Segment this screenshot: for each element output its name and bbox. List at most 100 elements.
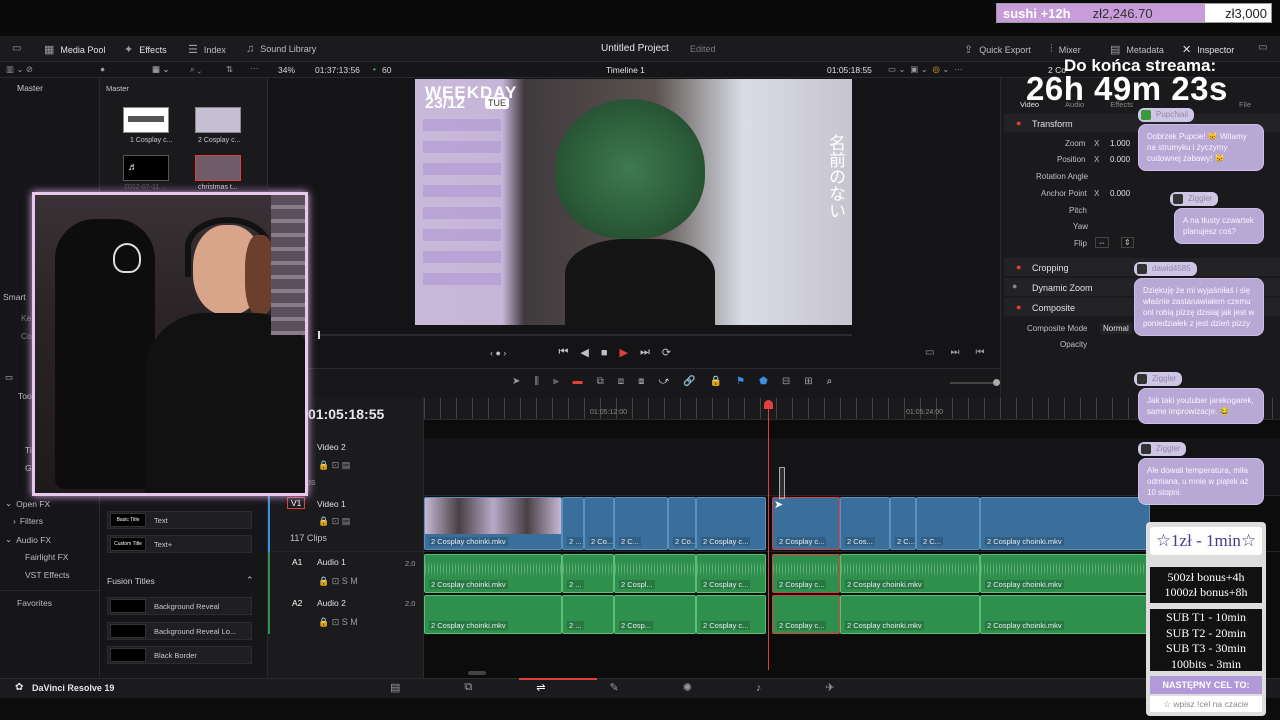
filters-item[interactable]: › Filters [13, 516, 43, 526]
effects-ke[interactable]: Ke [21, 313, 31, 323]
monitor-icon[interactable]: ▭ [12, 43, 21, 54]
video-clip[interactable]: 2 Cosplay c... [696, 497, 766, 550]
video-clip[interactable]: 2 Co... [584, 497, 614, 550]
fusion-page-icon[interactable]: ✎ [609, 681, 618, 694]
a2-track-id[interactable]: A2 [292, 598, 302, 608]
dynamic-trim-icon[interactable]: ⫸ [553, 376, 559, 387]
go-to-start-icon[interactable]: ⏮ [558, 346, 568, 359]
insert-icon[interactable]: ⧉ [597, 376, 604, 387]
flip-horizontal-icon[interactable]: ⇔ [1095, 237, 1109, 248]
audio-clip[interactable]: 2 Cosplay c... [696, 554, 766, 593]
custom-title-item[interactable]: Custom Title Text+ [107, 535, 252, 553]
v1-track-id[interactable]: V1 [287, 497, 306, 509]
audio-clip[interactable]: 2 Cosplay choinki.mkv [980, 554, 1150, 593]
effects-panel-icon[interactable]: ▭ [5, 372, 13, 383]
position-x-value[interactable]: 0.000 [1110, 155, 1130, 164]
viewer-scrubber[interactable] [318, 331, 852, 339]
go-to-end-icon[interactable]: ⏭ [640, 346, 650, 359]
anchor-x-value[interactable]: 0.000 [1110, 189, 1130, 198]
a2-track-tools[interactable]: 🔒 ⊡ S M [318, 617, 358, 628]
snapping-icon[interactable]: ⤻ [659, 376, 670, 387]
v1-track-tools[interactable]: 🔒 ⊡ ▤ [318, 516, 350, 527]
jog-icon[interactable]: ‹ ● › [490, 348, 506, 358]
clip-thumb-2[interactable] [195, 107, 241, 133]
color-page-icon[interactable]: ✺ [683, 681, 692, 694]
fairlight-page-icon[interactable]: ♪ [756, 682, 762, 694]
blade-icon[interactable]: ▬ [573, 376, 583, 387]
sort-icon[interactable]: ⇅ [226, 64, 233, 75]
effects-co[interactable]: Co [21, 331, 32, 341]
audio-clip[interactable]: 2 Cospl... [614, 554, 696, 593]
audio-clip-selected[interactable]: 2 Cosplay c... [772, 595, 840, 634]
zoom-x-value[interactable]: 1.000 [1110, 139, 1130, 148]
flip-vertical-icon[interactable]: ⇕ [1121, 237, 1134, 248]
more-icon[interactable]: ··· [250, 63, 259, 73]
play-icon[interactable]: ▶ [619, 346, 627, 359]
titles-label[interactable]: Ti [25, 445, 32, 455]
expand-icon[interactable]: ▭ [1258, 42, 1267, 53]
mixer-button[interactable]: ⫶ Mixer [1050, 43, 1081, 56]
media-pool-button[interactable]: ▦ Media Pool [44, 43, 105, 56]
trim-icon[interactable]: ⫼ [534, 376, 539, 387]
composite-mode-select[interactable]: Normal [1100, 323, 1132, 334]
inspector-button[interactable]: ✕ Inspector [1182, 43, 1234, 56]
v2-track-tools[interactable]: 🔒 ⊡ ▤ [318, 460, 350, 471]
stop-icon[interactable]: ■ [601, 347, 608, 359]
video-clip[interactable]: 2 C... [614, 497, 668, 550]
loop-icon[interactable]: ⟳ [662, 346, 671, 359]
search-icon[interactable]: ⌕ ⌄ [190, 64, 201, 75]
fusion-item-background-reveal-lo[interactable]: Background Reveal Lo... [107, 622, 252, 640]
cropping-toggle-icon[interactable]: ● [1016, 262, 1021, 272]
audio-clip[interactable]: 2 Cosplay choinki.mkv [980, 595, 1150, 634]
fusion-item-background-reveal[interactable]: Background Reveal [107, 597, 252, 615]
collapse-icon[interactable]: ⌃ [246, 575, 254, 586]
next-frame-icon[interactable]: ⏭ [950, 347, 959, 358]
video-clip[interactable]: 2 ... [562, 497, 584, 550]
toolbox-label[interactable]: Too [18, 391, 32, 401]
edit-page-icon[interactable]: ⇌ [536, 681, 545, 694]
audio-clip[interactable]: 2 ... [562, 554, 614, 593]
zoom-detail-icon[interactable]: ⊞ [804, 376, 812, 387]
deliver-page-icon[interactable]: ✈ [825, 681, 834, 694]
audio-clip[interactable]: 2 Cosplay choinki.mkv [424, 554, 562, 593]
vst-effects-item[interactable]: VST Effects [25, 570, 70, 580]
metadata-button[interactable]: ▤ Metadata [1110, 43, 1164, 56]
effects-button[interactable]: ✦ Effects [124, 43, 167, 56]
clip-thumb-1[interactable] [123, 107, 169, 133]
media-page-icon[interactable]: ▤ [390, 681, 400, 694]
dynamic-zoom-toggle-icon[interactable]: ● [1012, 281, 1017, 291]
master-bin-label[interactable]: Master [17, 83, 43, 93]
clip-thumb-4[interactable] [195, 155, 241, 181]
flag-icon[interactable]: ⚑ [736, 376, 745, 387]
clip-thumb-3[interactable]: ♬ [123, 155, 169, 181]
audio-clip[interactable]: 2 Cosp... [614, 595, 696, 634]
grid-view-icon[interactable]: ▦ ⌄ [152, 64, 170, 75]
link-icon[interactable]: 🔗 [683, 376, 695, 387]
video-clip[interactable]: 2 Cosplay choinki.mkv [424, 497, 562, 550]
zoom-knob[interactable] [993, 379, 1000, 386]
cinema-mode-icon[interactable]: ▭ [925, 347, 934, 358]
scrub-head[interactable] [318, 331, 320, 339]
favorites-item[interactable]: Favorites [17, 598, 52, 608]
layout-icon[interactable]: ▥ ⌄ ⊘ [6, 64, 33, 75]
generators-label[interactable]: G [25, 463, 32, 473]
video-clip[interactable]: 2 Co... [668, 497, 696, 550]
composite-toggle-icon[interactable]: ● [1016, 302, 1021, 312]
audio-clip[interactable]: 2 Cosplay choinki.mkv [840, 554, 980, 593]
slider-dot[interactable]: ● [100, 64, 105, 74]
open-fx-item[interactable]: ⌄ Open FX [5, 498, 50, 509]
viewer-video-frame[interactable]: WEEKDAY 23/12 TUE 名前のない [415, 79, 852, 325]
zoom-full-icon[interactable]: ⊟ [782, 376, 790, 387]
viewer-zoom[interactable]: 34% [278, 65, 295, 75]
tab-file[interactable]: File [1239, 100, 1251, 109]
timeline-scrollbar[interactable] [468, 671, 486, 675]
video-clip[interactable]: 2 C... [890, 497, 916, 550]
video-clip[interactable]: 2 Cosplay choinki.mkv [980, 497, 1150, 550]
a1-track-id[interactable]: A1 [292, 557, 302, 567]
transform-toggle-icon[interactable]: ● [1016, 118, 1021, 128]
marker-icon[interactable]: ⬟ [759, 376, 768, 387]
playhead-line[interactable] [768, 408, 769, 670]
quick-export-button[interactable]: ⇪ Quick Export [964, 43, 1031, 56]
smart-bins-label[interactable]: Smart [3, 292, 26, 302]
audio-clip[interactable]: 2 Cosplay c... [696, 595, 766, 634]
